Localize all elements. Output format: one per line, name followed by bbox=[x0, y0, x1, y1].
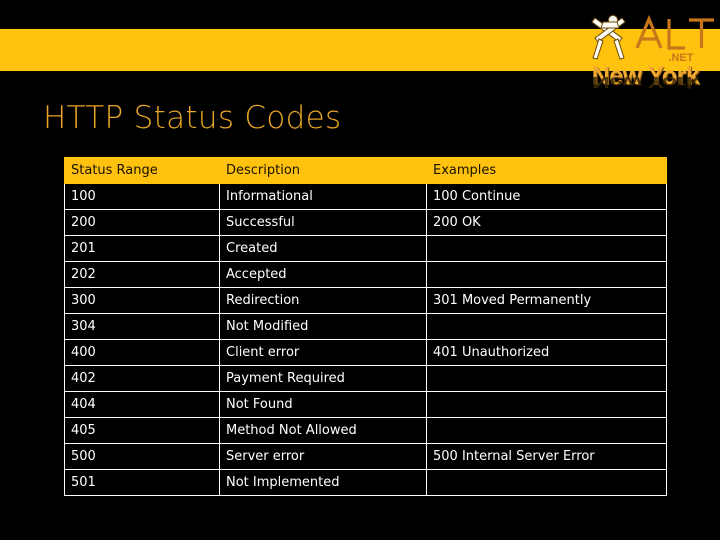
cell-description: Successful bbox=[219, 209, 427, 236]
cell-status-range: 400 bbox=[64, 339, 220, 366]
table-row: 202 Accepted bbox=[64, 261, 667, 288]
cell-status-range: 201 bbox=[64, 235, 220, 262]
table-row: 200 Successful 200 OK bbox=[64, 209, 667, 236]
table-row: 100 Informational 100 Continue bbox=[64, 183, 667, 210]
cell-example bbox=[426, 313, 667, 340]
altnet-logo-icon: .NET bbox=[591, 14, 714, 64]
page-title: HTTP Status Codes bbox=[43, 100, 342, 136]
table-row: 405 Method Not Allowed bbox=[64, 417, 667, 444]
cell-status-range: 500 bbox=[64, 443, 220, 470]
cell-example bbox=[426, 469, 667, 496]
cell-example: 301 Moved Permanently bbox=[426, 287, 667, 314]
cell-description: Method Not Allowed bbox=[219, 417, 427, 444]
cell-status-range: 402 bbox=[64, 365, 220, 392]
table-row: 400 Client error 401 Unauthorized bbox=[64, 339, 667, 366]
table-row: 300 Redirection 301 Moved Permanently bbox=[64, 287, 667, 314]
column-header-examples: Examples bbox=[426, 157, 667, 184]
cell-example bbox=[426, 261, 667, 288]
cell-description: Payment Required bbox=[219, 365, 427, 392]
cell-description: Client error bbox=[219, 339, 427, 366]
cell-status-range: 405 bbox=[64, 417, 220, 444]
cell-example: 100 Continue bbox=[426, 183, 667, 210]
cell-example: 401 Unauthorized bbox=[426, 339, 667, 366]
cell-description: Not Found bbox=[219, 391, 427, 418]
table-row: 304 Not Modified bbox=[64, 313, 667, 340]
runner-figure-icon bbox=[591, 14, 626, 60]
table-body: 100 Informational 100 Continue 200 Succe… bbox=[64, 183, 667, 496]
table-row: 404 Not Found bbox=[64, 391, 667, 418]
alt-wordmark-icon bbox=[635, 14, 714, 50]
http-status-codes-table: Status Range Description Examples 100 In… bbox=[64, 157, 667, 496]
table-row: 402 Payment Required bbox=[64, 365, 667, 392]
cell-status-range: 202 bbox=[64, 261, 220, 288]
table-row: 201 Created bbox=[64, 235, 667, 262]
cell-description: Created bbox=[219, 235, 427, 262]
cell-status-range: 304 bbox=[64, 313, 220, 340]
cell-description: Informational bbox=[219, 183, 427, 210]
cell-status-range: 100 bbox=[64, 183, 220, 210]
cell-status-range: 501 bbox=[64, 469, 220, 496]
cell-example: 500 Internal Server Error bbox=[426, 443, 667, 470]
cell-status-range: 200 bbox=[64, 209, 220, 236]
cell-example bbox=[426, 417, 667, 444]
cell-example bbox=[426, 235, 667, 262]
column-header-status-range: Status Range bbox=[64, 157, 220, 184]
cell-example bbox=[426, 391, 667, 418]
cell-description: Accepted bbox=[219, 261, 427, 288]
table-row: 501 Not Implemented bbox=[64, 469, 667, 496]
logo-city-reflection: New York bbox=[591, 73, 700, 91]
cell-example: 200 OK bbox=[426, 209, 667, 236]
cell-status-range: 300 bbox=[64, 287, 220, 314]
table-row: 500 Server error 500 Internal Server Err… bbox=[64, 443, 667, 470]
table-header-row: Status Range Description Examples bbox=[64, 157, 667, 184]
column-header-description: Description bbox=[219, 157, 427, 184]
altnet-new-york-logo: .NET New York New York bbox=[573, 4, 718, 108]
cell-description: Server error bbox=[219, 443, 427, 470]
cell-example bbox=[426, 365, 667, 392]
cell-description: Not Implemented bbox=[219, 469, 427, 496]
table-header: Status Range Description Examples bbox=[64, 157, 667, 184]
cell-description: Redirection bbox=[219, 287, 427, 314]
cell-status-range: 404 bbox=[64, 391, 220, 418]
cell-description: Not Modified bbox=[219, 313, 427, 340]
